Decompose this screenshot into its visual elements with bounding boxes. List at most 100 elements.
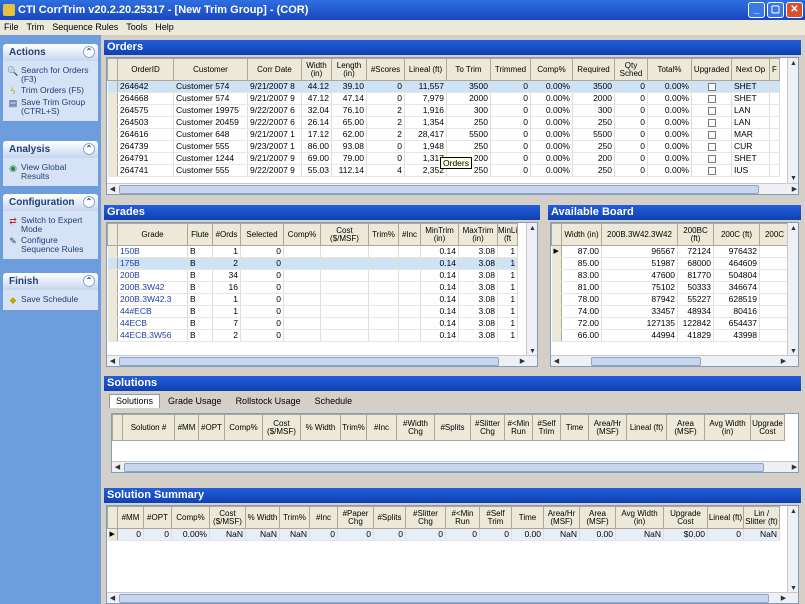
finish-header[interactable]: Finish ⌃ <box>3 273 98 290</box>
table-row[interactable]: 44#ECB B 1 0 0.14 3.08 1 <box>107 305 519 318</box>
table-row[interactable]: 83.00 47600 81770 504804 <box>551 269 790 282</box>
summary-column-header[interactable]: Area (MSF) <box>579 506 616 529</box>
orders-vertical-scrollbar[interactable]: ▲ ▼ <box>787 58 798 184</box>
tab-grade-usage[interactable]: Grade Usage <box>162 395 228 409</box>
board-horizontal-scrollbar[interactable]: ◀ ▶ <box>551 355 798 366</box>
summary-column-header[interactable]: Area/Hr (MSF) <box>543 506 580 529</box>
upgraded-checkbox[interactable] <box>707 154 716 163</box>
orders-column-header[interactable]: Next Op <box>731 58 770 81</box>
table-row[interactable]: 264503 Customer 20459 9/22/2007 6 26.14 65.0… <box>107 116 780 129</box>
grades-column-header[interactable]: Cost ($/MSF) <box>320 223 369 246</box>
solutions-horizontal-scrollbar[interactable]: ◀ ▶ <box>112 461 798 472</box>
table-row[interactable]: 264575 Customer 19975 9/22/2007 6 32.04 76.1… <box>107 104 780 117</box>
solutions-column-header[interactable]: Cost ($/MSF) <box>262 414 301 441</box>
menu-tools[interactable]: Tools <box>122 22 151 32</box>
summary-column-header[interactable]: Trim% <box>279 506 310 529</box>
orders-column-header[interactable]: To Trim <box>446 58 491 81</box>
summary-column-header[interactable]: #Splits <box>373 506 406 529</box>
table-row[interactable]: ▶ 87.00 96567 72124 976432 <box>551 245 790 258</box>
grades-column-header[interactable]: MinTrim (in) <box>420 223 459 246</box>
table-row[interactable]: ▶ 0 0 0.00% NaN NaN NaN 0 0 0 0 0 0 0.00 NaN 0.00 NaN $0.… <box>107 528 780 541</box>
grades-column-header[interactable]: MinLi (ft <box>496 223 519 246</box>
grades-column-header[interactable]: MaxTrim (in) <box>458 223 498 246</box>
table-row[interactable]: 66.00 44994 41829 43998 <box>551 329 790 342</box>
table-row[interactable]: 200B.3W42 B 16 0 0.14 3.08 1 <box>107 281 519 294</box>
summary-column-header[interactable]: Lin / Slitter (ft) <box>743 506 780 529</box>
summary-column-header[interactable]: Time <box>511 506 544 529</box>
collapse-icon[interactable]: ⌃ <box>83 46 95 58</box>
upgraded-checkbox[interactable] <box>707 130 716 139</box>
solutions-column-header[interactable]: #OPT <box>198 414 225 441</box>
grades-vertical-scrollbar[interactable]: ▲ ▼ <box>526 223 537 357</box>
table-row[interactable]: 200B B 34 0 0.14 3.08 1 <box>107 269 519 282</box>
solutions-column-header[interactable]: #Slitter Chg <box>470 414 505 441</box>
summary-column-header[interactable]: #Paper Chg <box>337 506 374 529</box>
orders-column-header[interactable]: OrderID <box>117 58 174 81</box>
table-row[interactable]: 200B.3W42.3 B 1 0 0.14 3.08 1 <box>107 293 519 306</box>
summary-column-header[interactable]: Cost ($/MSF) <box>209 506 246 529</box>
solutions-column-header[interactable]: #<Min Run <box>504 414 533 441</box>
menu-sequence-rules[interactable]: Sequence Rules <box>48 22 122 32</box>
table-row[interactable]: 44ECB B 7 0 0.14 3.08 1 <box>107 317 519 330</box>
upgraded-checkbox[interactable] <box>707 118 716 127</box>
save-trim-group-link[interactable]: ▤ Save Trim Group (CTRL+S) <box>7 98 96 116</box>
orders-horizontal-scrollbar[interactable]: ◀ ▶ <box>107 183 798 194</box>
solutions-column-header[interactable]: Upgrade Cost <box>750 414 785 441</box>
table-row[interactable]: 264739 Customer 555 9/23/2007 1 86.00 93.08 0… <box>107 140 780 153</box>
solutions-column-header[interactable]: % Width <box>300 414 341 441</box>
solutions-column-header[interactable]: #Splits <box>434 414 471 441</box>
available-board-grid[interactable]: Width (in) 200B.3W42.3W42 200BC (ft) 200C (… <box>550 222 799 367</box>
grades-column-header[interactable]: Flute <box>187 223 213 246</box>
board-column-header[interactable]: 200BC (ft) <box>677 223 714 246</box>
orders-column-header[interactable]: Lineal (ft) <box>404 58 447 81</box>
solutions-column-header[interactable]: Area (MSF) <box>666 414 705 441</box>
table-row[interactable]: 150B B 1 0 0.14 3.08 1 <box>107 245 519 258</box>
orders-column-header[interactable]: Trimmed <box>490 58 531 81</box>
table-row[interactable]: 264616 Customer 648 9/21/2007 1 17.12 62.00 2… <box>107 128 780 141</box>
summary-column-header[interactable]: % Width <box>245 506 280 529</box>
search-orders-link[interactable]: 🔍 Search for Orders (F3) <box>7 66 96 84</box>
table-row[interactable]: 81.00 75102 50333 346674 <box>551 281 790 294</box>
summary-column-header[interactable]: Lineal (ft) <box>707 506 744 529</box>
solutions-column-header[interactable]: Lineal (ft) <box>626 414 667 441</box>
summary-column-header[interactable]: Avg Width (in) <box>615 506 664 529</box>
table-row[interactable]: 74.00 33457 48934 80416 <box>551 305 790 318</box>
upgraded-checkbox[interactable] <box>707 82 716 91</box>
configuration-header[interactable]: Configuration ⌃ <box>3 194 98 211</box>
solutions-column-header[interactable]: #Inc <box>366 414 397 441</box>
summary-column-header[interactable]: #Self Trim <box>479 506 512 529</box>
upgraded-checkbox[interactable] <box>707 106 716 115</box>
table-row[interactable]: 175B B 2 0 0.14 3.08 1 <box>107 257 519 270</box>
solutions-column-header[interactable]: Area/Hr (MSF) <box>588 414 627 441</box>
table-row[interactable]: 44ECB.3W56 B 2 0 0.14 3.08 1 <box>107 329 519 342</box>
orders-column-header[interactable]: Length (in) <box>331 58 367 81</box>
tab-schedule[interactable]: Schedule <box>309 395 359 409</box>
upgraded-checkbox[interactable] <box>707 94 716 103</box>
grades-column-header[interactable]: #Ords <box>212 223 241 246</box>
upgraded-checkbox[interactable] <box>707 142 716 151</box>
orders-column-header[interactable]: Customer <box>173 58 248 81</box>
analysis-header[interactable]: Analysis ⌃ <box>3 141 98 158</box>
tab-solutions[interactable]: Solutions <box>109 394 161 408</box>
table-row[interactable]: 85.00 51987 68000 464609 <box>551 257 790 270</box>
close-button[interactable]: ✕ <box>786 2 803 18</box>
board-column-header[interactable]: 200C (ft) <box>713 223 760 246</box>
solutions-grid[interactable]: Solution # #MM #OPT Comp% Cost ($/MSF)% Widt… <box>111 413 799 473</box>
solutions-column-header[interactable]: #Width Chg <box>396 414 435 441</box>
grades-grid[interactable]: Grade Flute #Ords Selected Comp% Cost ($/MSF)… <box>106 222 538 367</box>
grades-horizontal-scrollbar[interactable]: ◀ ▶ <box>107 355 537 366</box>
board-column-header[interactable]: Width (in) <box>561 223 602 246</box>
orders-column-header[interactable]: #Scores <box>366 58 405 81</box>
solutions-column-header[interactable]: Solution # <box>122 414 175 441</box>
summary-column-header[interactable]: #MM <box>117 506 144 529</box>
summary-column-header[interactable]: Comp% <box>171 506 210 529</box>
table-row[interactable]: 72.00 127135 122842 654437 <box>551 317 790 330</box>
grades-column-header[interactable]: Comp% <box>283 223 321 246</box>
solutions-column-header[interactable]: Time <box>560 414 589 441</box>
grades-column-header[interactable]: Trim% <box>368 223 399 246</box>
summary-column-header[interactable]: #Inc <box>309 506 338 529</box>
table-row[interactable]: 264642 Customer 574 9/21/2007 8 44.12 39.10 0… <box>107 80 780 93</box>
solutions-column-header[interactable]: #MM <box>174 414 199 441</box>
orders-column-header[interactable]: Comp% <box>530 58 573 81</box>
summary-column-header[interactable]: #Slitter Chg <box>405 506 446 529</box>
